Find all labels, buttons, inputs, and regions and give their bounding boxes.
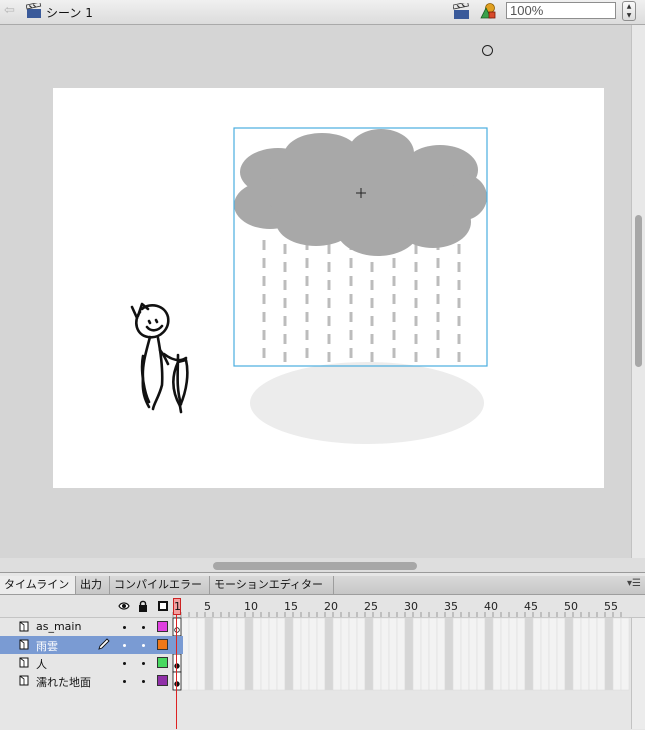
frame-cell bbox=[540, 617, 550, 691]
frame-cell bbox=[188, 617, 198, 691]
frame-number: 55 bbox=[604, 600, 618, 613]
frame-cell bbox=[228, 617, 238, 691]
layer-row-wet-ground[interactable]: 濡れた地面 bbox=[0, 672, 183, 690]
lock-dot[interactable] bbox=[142, 662, 145, 665]
frame-cell bbox=[300, 617, 310, 691]
frame-cell bbox=[292, 617, 302, 691]
frame-cell bbox=[428, 617, 438, 691]
frame-number: 10 bbox=[244, 600, 258, 613]
visibility-dot[interactable] bbox=[123, 626, 126, 629]
frame-cell bbox=[244, 617, 254, 691]
frame-number: 50 bbox=[564, 600, 578, 613]
frame-cell bbox=[332, 617, 342, 691]
layer-name[interactable]: as_main bbox=[36, 620, 81, 633]
layer-name[interactable]: 雨雲 bbox=[36, 638, 58, 654]
page-icon bbox=[19, 639, 29, 650]
frame-cell bbox=[436, 617, 446, 691]
frame-ruler-ticks bbox=[172, 612, 622, 617]
timeline-vertical-scrollbar[interactable] bbox=[631, 618, 645, 729]
frame-cell bbox=[484, 617, 494, 691]
frame-cell bbox=[612, 617, 622, 691]
frame-cell bbox=[196, 617, 206, 691]
frame-cell bbox=[356, 617, 366, 691]
frame-cell bbox=[276, 617, 286, 691]
frame-cell bbox=[204, 617, 214, 691]
frame-number: 45 bbox=[524, 600, 538, 613]
frame-cell bbox=[468, 617, 478, 691]
visibility-dot[interactable] bbox=[123, 662, 126, 665]
frame-cell bbox=[340, 617, 350, 691]
frame-cell bbox=[580, 617, 590, 691]
playhead-line bbox=[176, 615, 177, 729]
frame-number: 35 bbox=[444, 600, 458, 613]
frame-cell bbox=[524, 617, 534, 691]
frame-number: 20 bbox=[324, 600, 338, 613]
frame-cell bbox=[308, 617, 318, 691]
layer-row-as-main[interactable]: as_main bbox=[0, 618, 183, 636]
frame-cell bbox=[220, 617, 230, 691]
frame-cell bbox=[388, 617, 398, 691]
frame-cell bbox=[404, 617, 414, 691]
frame-cell bbox=[532, 617, 542, 691]
frame-cell bbox=[476, 617, 486, 691]
layer-name[interactable]: 人 bbox=[36, 656, 47, 672]
frame-cell bbox=[324, 617, 334, 691]
frame-cell bbox=[508, 617, 518, 691]
frame-number: 15 bbox=[284, 600, 298, 613]
frame-number: 5 bbox=[204, 600, 211, 613]
frame-cell bbox=[252, 617, 262, 691]
frame-cell bbox=[260, 617, 270, 691]
frame-cell bbox=[372, 617, 382, 691]
page-icon bbox=[19, 657, 29, 668]
frame-cell bbox=[516, 617, 526, 691]
layer-row-rain-cloud[interactable]: 雨雲 bbox=[0, 636, 183, 654]
frame-cell bbox=[444, 617, 454, 691]
frame-cell bbox=[212, 617, 222, 691]
frame-cell bbox=[236, 617, 246, 691]
frame-cells bbox=[172, 617, 630, 691]
frame-number: 40 bbox=[484, 600, 498, 613]
layer-row-person[interactable]: 人 bbox=[0, 654, 183, 672]
layer-color-swatch[interactable] bbox=[157, 639, 168, 650]
page-icon bbox=[19, 621, 29, 632]
frame-cell bbox=[380, 617, 390, 691]
frame-number: 25 bbox=[364, 600, 378, 613]
layer-color-swatch[interactable] bbox=[157, 675, 168, 686]
frame-cell bbox=[364, 617, 374, 691]
frame-cell bbox=[548, 617, 558, 691]
frame-cell bbox=[596, 617, 606, 691]
frame-number: 30 bbox=[404, 600, 418, 613]
frame-cell bbox=[284, 617, 294, 691]
visibility-dot[interactable] bbox=[123, 644, 126, 647]
frame-cell bbox=[572, 617, 582, 691]
frame-cell bbox=[420, 617, 430, 691]
frame-cell bbox=[452, 617, 462, 691]
layer-name[interactable]: 濡れた地面 bbox=[36, 674, 91, 690]
page-icon bbox=[19, 675, 29, 686]
frame-cell bbox=[620, 617, 630, 691]
pencil-icon bbox=[98, 638, 110, 650]
lock-dot[interactable] bbox=[142, 644, 145, 647]
lock-dot[interactable] bbox=[142, 680, 145, 683]
frame-cell bbox=[604, 617, 614, 691]
playhead-frame-label: 1 bbox=[174, 600, 181, 613]
frame-cell bbox=[492, 617, 502, 691]
frame-cell bbox=[412, 617, 422, 691]
frame-cell bbox=[396, 617, 406, 691]
visibility-dot[interactable] bbox=[123, 680, 126, 683]
frame-cell bbox=[556, 617, 566, 691]
frame-cell bbox=[316, 617, 326, 691]
frame-cell bbox=[500, 617, 510, 691]
frame-cell bbox=[348, 617, 358, 691]
frame-cell bbox=[268, 617, 278, 691]
frame-cell bbox=[588, 617, 598, 691]
layer-color-swatch[interactable] bbox=[157, 621, 168, 632]
lock-dot[interactable] bbox=[142, 626, 145, 629]
frame-cell bbox=[460, 617, 470, 691]
frame-cell bbox=[564, 617, 574, 691]
layer-color-swatch[interactable] bbox=[157, 657, 168, 668]
